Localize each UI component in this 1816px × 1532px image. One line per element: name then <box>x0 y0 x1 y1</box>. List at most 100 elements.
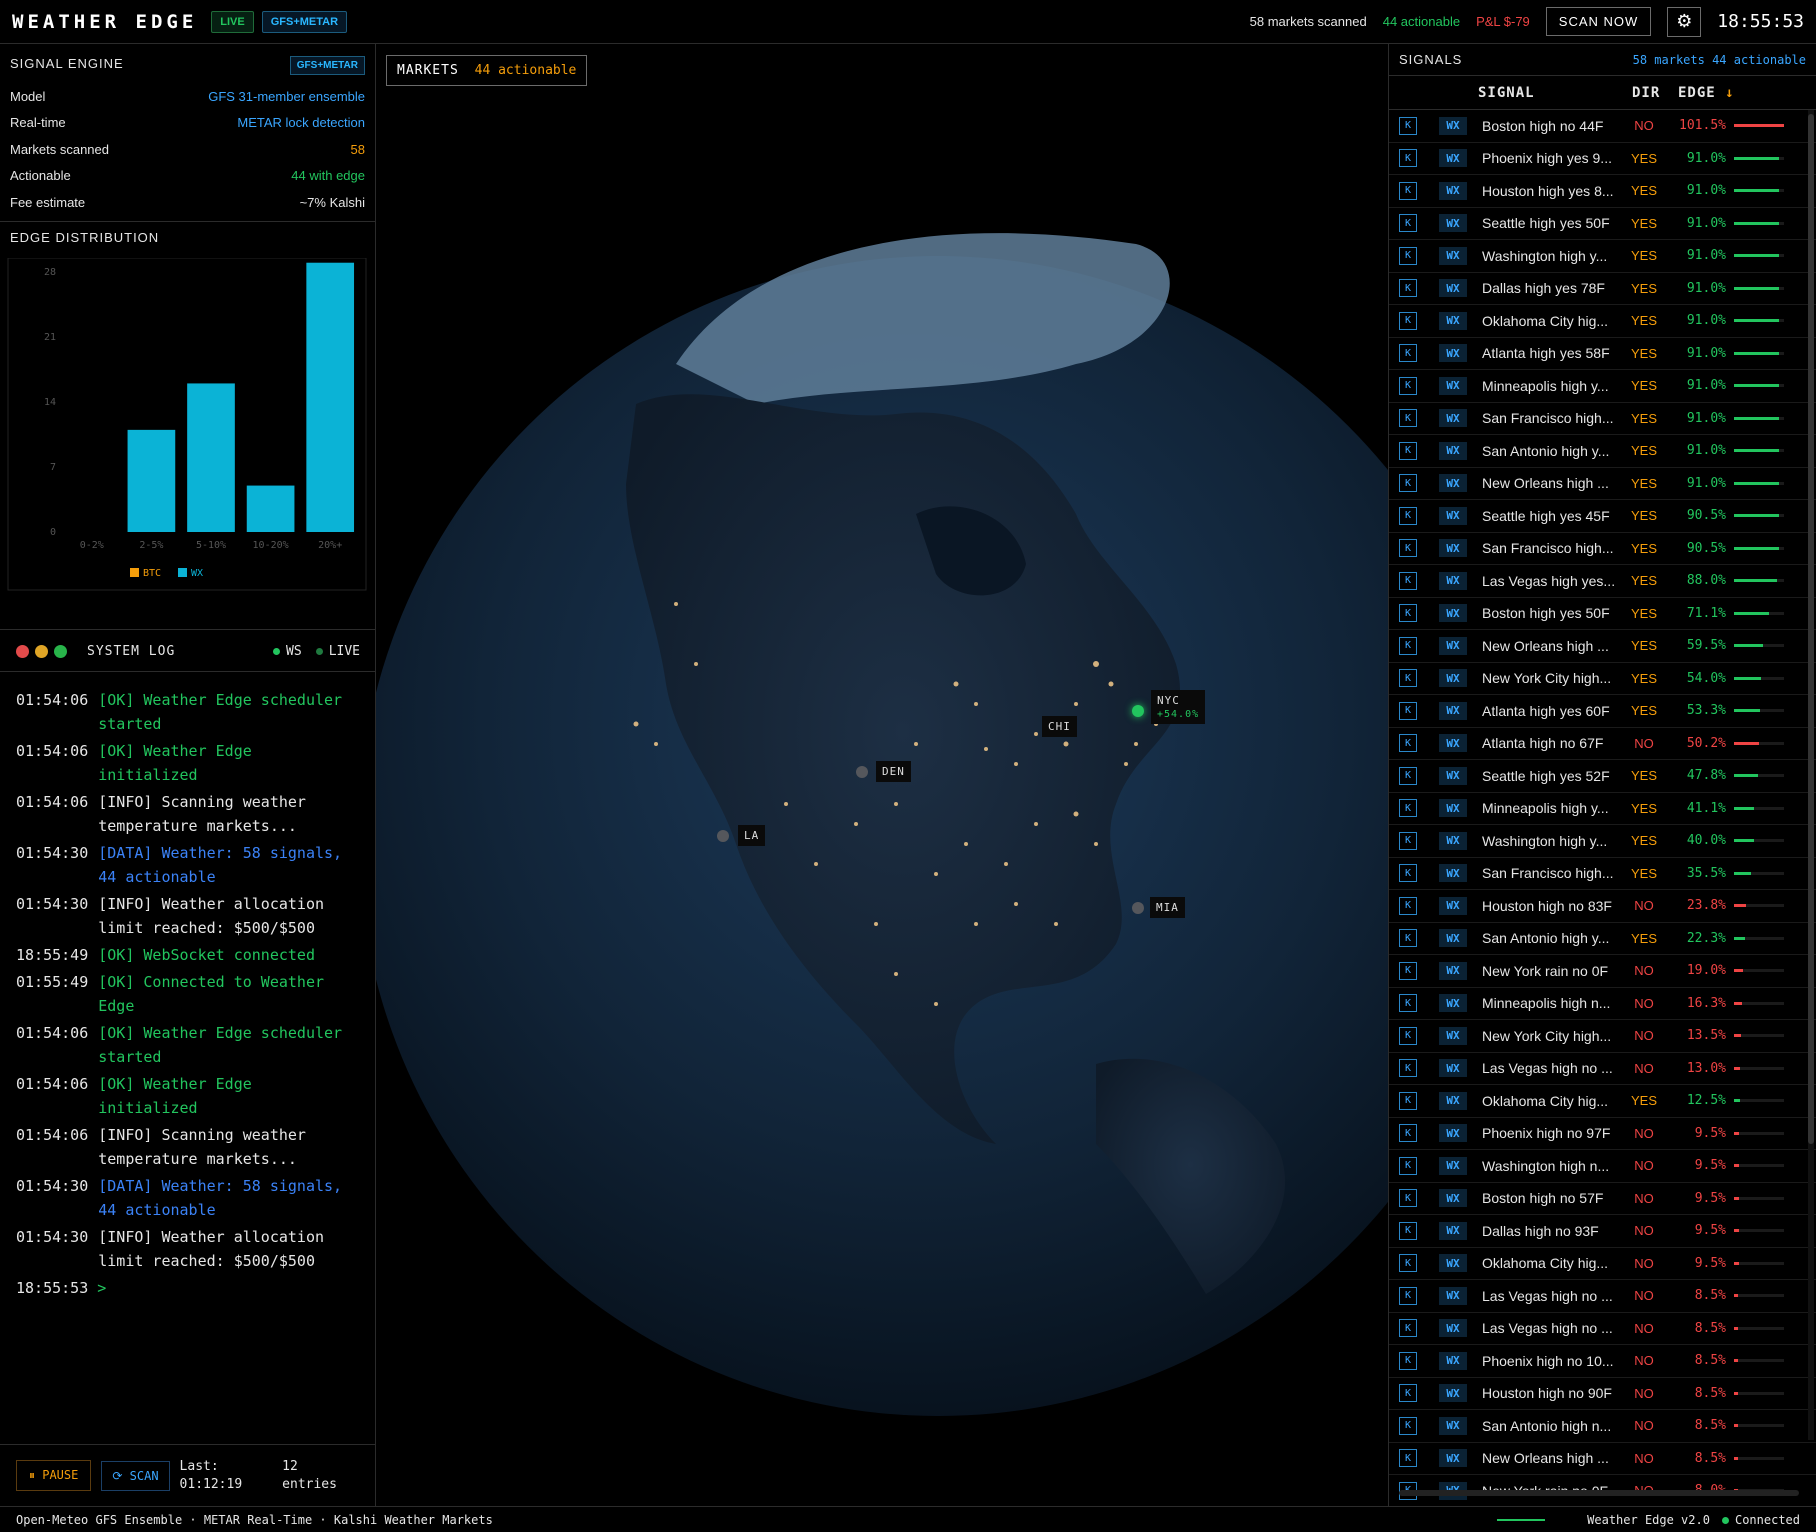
log-timestamp: 01:54:06 <box>16 1126 89 1144</box>
signal-row[interactable]: K WX Oklahoma City hig... NO 9.5% <box>1389 1248 1816 1280</box>
scrollbar-thumb[interactable] <box>1808 114 1814 1144</box>
log-level: [DATA] <box>98 1177 153 1195</box>
signal-row[interactable]: K WX San Francisco high... YES 91.0% <box>1389 403 1816 435</box>
signals-summary: 58 markets 44 actionable <box>1632 52 1806 67</box>
pause-button[interactable]: ⏸ PAUSE <box>16 1460 92 1491</box>
settings-button[interactable]: ⚙ <box>1667 6 1702 37</box>
minimize-dot-icon <box>35 645 48 658</box>
edge-bar-track <box>1734 936 1784 940</box>
signal-name: San Antonio high n... <box>1482 1417 1612 1434</box>
signal-row[interactable]: K WX Las Vegas high no ... NO 8.5% <box>1389 1313 1816 1345</box>
engine-row-actionable: Actionable 44 with edge <box>0 163 375 190</box>
city-label-la[interactable]: LA <box>738 825 766 846</box>
markets-summary[interactable]: MARKETS 44 actionable <box>386 55 588 86</box>
globe-view[interactable]: MARKETS 44 actionable NYC +54.0% CHI DEN … <box>376 44 1388 1506</box>
horizontal-scrollbar[interactable] <box>1399 1490 1799 1496</box>
signal-row[interactable]: K WX Las Vegas high no ... NO 8.5% <box>1389 1280 1816 1313</box>
signal-edge: 91.0% <box>1686 280 1726 296</box>
signal-edge: 91.0% <box>1686 443 1726 459</box>
weather-badge: WX <box>1439 1026 1467 1045</box>
scan-now-button[interactable]: SCAN NOW <box>1545 7 1652 36</box>
signal-direction: YES <box>1630 508 1657 524</box>
signal-row[interactable]: K WX Phoenix high no 97F NO 9.5% <box>1389 1118 1816 1150</box>
signal-direction: NO <box>1634 995 1654 1011</box>
signal-name: Boston high no 57F <box>1482 1190 1604 1207</box>
bar-wx-2-5%[interactable] <box>127 429 176 532</box>
signal-row[interactable]: K WX Atlanta high no 67F NO 50.2% <box>1389 728 1816 760</box>
edge-bar <box>1734 969 1744 973</box>
signal-direction: NO <box>1634 1385 1654 1401</box>
city-marker-den[interactable] <box>856 766 868 778</box>
city-label-mia[interactable]: MIA <box>1150 897 1185 918</box>
signal-row[interactable]: K WX Washington high y... YES 91.0% <box>1389 240 1816 273</box>
signal-row[interactable]: K WX Houston high no 90F NO 8.5% <box>1389 1378 1816 1410</box>
signal-row[interactable]: K WX Atlanta high yes 60F YES 53.3% <box>1389 695 1816 728</box>
signal-row[interactable]: K WX Seattle high yes 45F YES 90.5% <box>1389 500 1816 533</box>
signal-edge: 8.5% <box>1694 1385 1726 1401</box>
city-label-den[interactable]: DEN <box>876 761 911 782</box>
signal-row[interactable]: K WX Houston high no 83F NO 23.8% <box>1389 890 1816 923</box>
signal-row[interactable]: K WX Washington high n... NO 9.5% <box>1389 1150 1816 1183</box>
bar-wx-5-10%[interactable] <box>187 383 235 532</box>
city-marker-nyc[interactable] <box>1132 705 1144 717</box>
signal-row[interactable]: K WX Seattle high yes 50F YES 91.0% <box>1389 208 1816 240</box>
app-version: Weather Edge v2.0 <box>1587 1512 1710 1527</box>
scan-button[interactable]: ⟳ SCAN <box>101 1460 170 1491</box>
signal-row[interactable]: K WX Oklahoma City hig... YES 91.0% <box>1389 305 1816 338</box>
signal-row[interactable]: K WX San Francisco high... YES 90.5% <box>1389 533 1816 565</box>
col-dir[interactable]: DIR <box>1632 85 1678 101</box>
signal-row[interactable]: K WX Minneapolis high y... YES 41.1% <box>1389 793 1816 825</box>
signal-row[interactable]: K WX New York rain no 0F NO 19.0% <box>1389 955 1816 988</box>
city-label-nyc[interactable]: NYC +54.0% <box>1151 690 1206 724</box>
signal-row[interactable]: K WX Oklahoma City hig... YES 12.5% <box>1389 1085 1816 1118</box>
log-prompt[interactable]: 18:55:53 > <box>16 1276 360 1300</box>
signal-row[interactable]: K WX San Antonio high y... YES 91.0% <box>1389 435 1816 468</box>
signal-edge: 91.0% <box>1686 378 1726 394</box>
log-entry: 01:54:06 [OK] Weather Edge scheduler star… <box>16 1021 360 1069</box>
sort-desc-icon: ↓ <box>1725 84 1735 101</box>
city-marker-la[interactable] <box>717 830 729 842</box>
weather-badge: WX <box>1439 734 1467 753</box>
signal-row[interactable]: K WX Boston high yes 50F YES 71.1% <box>1389 598 1816 630</box>
kalshi-badge: K <box>1399 896 1417 915</box>
signal-row[interactable]: K WX Dallas high no 93F NO 9.5% <box>1389 1215 1816 1248</box>
weather-badge: WX <box>1439 1351 1467 1370</box>
kalshi-badge: K <box>1399 799 1417 818</box>
city-label-chi[interactable]: CHI <box>1042 716 1077 737</box>
signal-row[interactable]: K WX Las Vegas high no ... NO 13.0% <box>1389 1053 1816 1085</box>
signal-name: Oklahoma City hig... <box>1482 1255 1609 1272</box>
signal-row[interactable]: K WX Phoenix high no 10... NO 8.5% <box>1389 1345 1816 1378</box>
signal-row[interactable]: K WX New Orleans high ... YES 59.5% <box>1389 630 1816 663</box>
bar-wx-20%+[interactable] <box>306 262 355 532</box>
last-time: 01:12:19 <box>179 1476 243 1492</box>
bar-wx-10-20%[interactable] <box>246 485 295 532</box>
system-log-title: SYSTEM LOG <box>87 644 176 659</box>
signal-row[interactable]: K WX Washington high y... YES 40.0% <box>1389 825 1816 858</box>
log-level: [OK] <box>98 1024 135 1042</box>
signal-row[interactable]: K WX Houston high yes 8... YES 91.0% <box>1389 175 1816 208</box>
signal-row[interactable]: K WX New Orleans high ... NO 8.5% <box>1389 1443 1816 1475</box>
signal-row[interactable]: K WX Minneapolis high y... YES 91.0% <box>1389 370 1816 403</box>
signal-row[interactable]: K WX Las Vegas high yes... YES 88.0% <box>1389 565 1816 598</box>
signal-row[interactable]: K WX Boston high no 44F NO 101.5% <box>1389 110 1816 143</box>
signal-edge: 8.5% <box>1694 1450 1726 1466</box>
city-marker-mia[interactable] <box>1132 902 1144 914</box>
edge-bar-track <box>1734 514 1784 518</box>
col-signal[interactable]: SIGNAL <box>1478 85 1632 101</box>
signal-row[interactable]: K WX Atlanta high yes 58F YES 91.0% <box>1389 338 1816 370</box>
weather-badge: WX <box>1439 1254 1467 1273</box>
signal-row[interactable]: K WX Boston high no 57F NO 9.5% <box>1389 1183 1816 1215</box>
signal-row[interactable]: K WX Seattle high yes 52F YES 47.8% <box>1389 760 1816 793</box>
signal-row[interactable]: K WX Phoenix high yes 9... YES 91.0% <box>1389 143 1816 175</box>
connected-dot-icon <box>1721 1516 1729 1524</box>
signal-row[interactable]: K WX New York City high... NO 13.5% <box>1389 1020 1816 1053</box>
signal-row[interactable]: K WX San Antonio high y... YES 22.3% <box>1389 923 1816 955</box>
signal-row[interactable]: K WX Minneapolis high n... NO 16.3% <box>1389 988 1816 1020</box>
signal-row[interactable]: K WX Dallas high yes 78F YES 91.0% <box>1389 273 1816 305</box>
signal-row[interactable]: K WX San Francisco high... YES 35.5% <box>1389 858 1816 890</box>
col-edge[interactable]: EDGE ↓ <box>1678 85 1735 101</box>
signal-row[interactable]: K WX New York City high... YES 54.0% <box>1389 663 1816 695</box>
signal-row[interactable]: K WX New Orleans high ... YES 91.0% <box>1389 468 1816 500</box>
signal-name: Washington high y... <box>1482 832 1608 849</box>
signal-row[interactable]: K WX San Antonio high n... NO 8.5% <box>1389 1410 1816 1443</box>
